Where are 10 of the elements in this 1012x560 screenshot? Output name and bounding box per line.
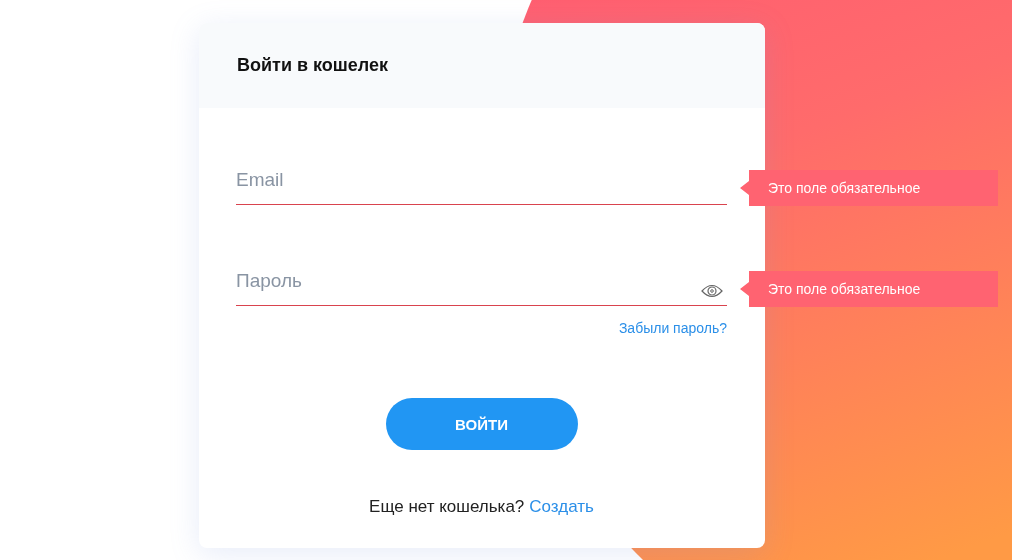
eye-icon[interactable] bbox=[701, 284, 723, 298]
signup-link[interactable]: Создать bbox=[529, 497, 594, 517]
password-field[interactable]: Пароль bbox=[236, 257, 727, 306]
signup-prompt: Еще нет кошелька? bbox=[369, 497, 525, 517]
error-tooltip: Это поле обязательное bbox=[740, 170, 998, 206]
email-field[interactable]: Email bbox=[236, 156, 727, 205]
error-tooltip: Это поле обязательное bbox=[740, 271, 998, 307]
login-button[interactable]: ВОЙТИ bbox=[385, 398, 578, 450]
forgot-password-link[interactable]: Забыли пароль? bbox=[618, 320, 727, 336]
card-title: Войти в кошелек bbox=[237, 55, 388, 76]
